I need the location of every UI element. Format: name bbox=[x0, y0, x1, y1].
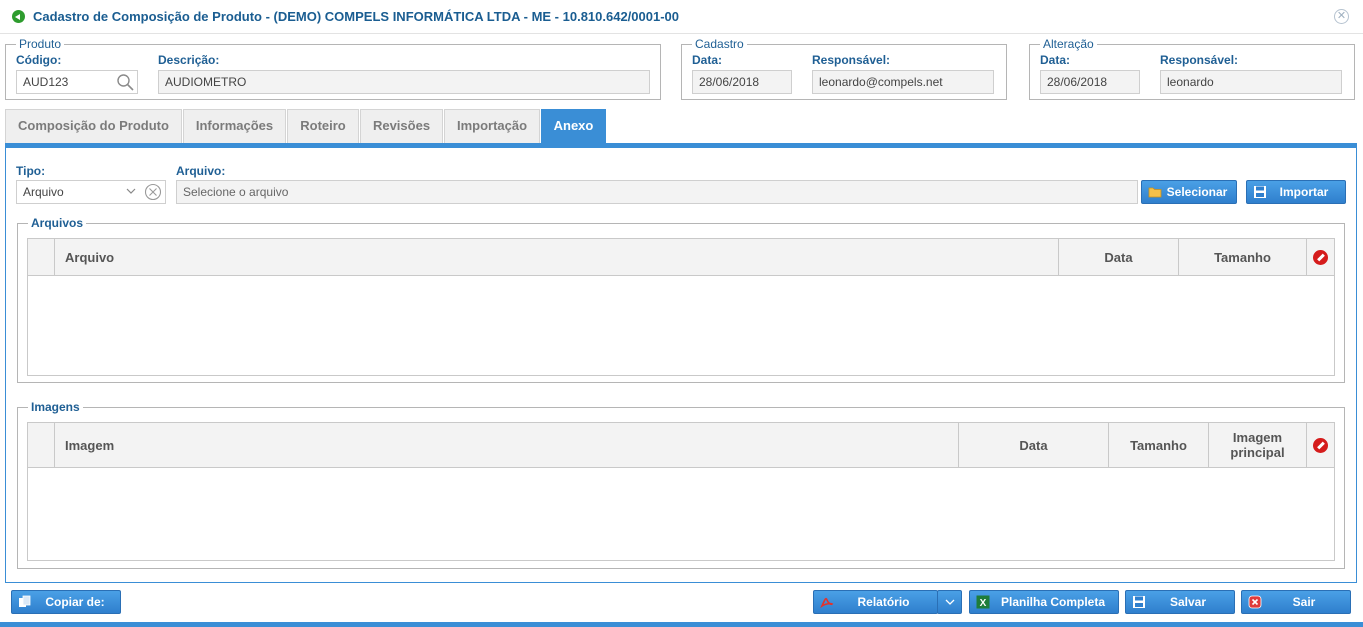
arquivo-field[interactable]: Selecione o arquivo bbox=[176, 180, 1138, 204]
descricao-field[interactable]: AUDIOMETRO bbox=[158, 70, 650, 94]
column-header-tamanho[interactable]: Tamanho bbox=[1178, 239, 1306, 275]
alteracao-responsavel-label: Responsável: bbox=[1160, 53, 1239, 67]
imagens-legend: Imagens bbox=[28, 400, 83, 414]
row-selector-header bbox=[28, 239, 54, 275]
codigo-value: AUD123 bbox=[23, 75, 69, 89]
arquivos-table[interactable]: Arquivo Data Tamanho bbox=[27, 238, 1335, 376]
arquivo-label: Arquivo: bbox=[176, 164, 226, 178]
codigo-label: Código: bbox=[16, 53, 62, 67]
imagens-table-header: Imagem Data Tamanho Imagem principal bbox=[28, 423, 1334, 468]
chevron-down-icon[interactable] bbox=[126, 186, 136, 196]
delete-icon[interactable] bbox=[1313, 437, 1328, 453]
copiar-de-label: Copiar de: bbox=[45, 595, 105, 609]
svg-text:X: X bbox=[980, 598, 987, 609]
cadastro-data-label: Data: bbox=[692, 53, 723, 67]
column-header-arquivo[interactable]: Arquivo bbox=[54, 239, 1058, 275]
cadastro-responsavel-field: leonardo@compels.net bbox=[812, 70, 994, 94]
alteracao-data-field: 28/06/2018 bbox=[1040, 70, 1140, 94]
imagens-table[interactable]: Imagem Data Tamanho Imagem principal bbox=[27, 422, 1335, 561]
salvar-label: Salvar bbox=[1169, 595, 1207, 609]
cadastro-data-field: 28/06/2018 bbox=[692, 70, 792, 94]
importar-label: Importar bbox=[1279, 185, 1329, 199]
window-bottom-border bbox=[0, 622, 1363, 627]
produto-legend: Produto bbox=[16, 37, 65, 51]
tipo-value: Arquivo bbox=[23, 185, 64, 199]
copy-icon bbox=[19, 595, 31, 607]
selecionar-label: Selecionar bbox=[1166, 185, 1228, 199]
tab-importacao[interactable]: Importação bbox=[444, 109, 540, 143]
alteracao-data-label: Data: bbox=[1040, 53, 1071, 67]
folder-icon bbox=[1148, 187, 1162, 198]
arquivos-table-header: Arquivo Data Tamanho bbox=[28, 239, 1334, 276]
sair-button[interactable]: Sair bbox=[1241, 590, 1351, 614]
delete-icon[interactable] bbox=[1313, 249, 1328, 265]
column-header-tamanho[interactable]: Tamanho bbox=[1108, 423, 1208, 467]
tab-roteiro[interactable]: Roteiro bbox=[287, 109, 359, 143]
column-header-imagem[interactable]: Imagem bbox=[54, 423, 958, 467]
search-icon[interactable] bbox=[116, 73, 135, 92]
alteracao-responsavel-field: leonardo bbox=[1160, 70, 1342, 94]
copiar-de-button[interactable]: Copiar de: bbox=[11, 590, 121, 614]
column-header-imagem-principal[interactable]: Imagem principal bbox=[1208, 423, 1306, 467]
save-icon bbox=[1133, 596, 1145, 608]
relatorio-button[interactable]: Relatório bbox=[813, 590, 938, 614]
planilha-completa-button[interactable]: X Planilha Completa bbox=[969, 590, 1119, 614]
window-title: Cadastro de Composição de Produto - (DEM… bbox=[33, 9, 680, 24]
save-icon bbox=[1254, 186, 1266, 198]
delete-column-header bbox=[1306, 239, 1334, 275]
relatorio-dropdown-button[interactable] bbox=[937, 590, 962, 614]
pdf-icon bbox=[820, 597, 834, 609]
cadastro-responsavel-label: Responsável: bbox=[812, 53, 891, 67]
tab-anexo[interactable]: Anexo bbox=[541, 109, 606, 143]
back-arrow-icon[interactable] bbox=[12, 10, 25, 23]
column-header-data[interactable]: Data bbox=[1058, 239, 1178, 275]
column-header-data[interactable]: Data bbox=[958, 423, 1108, 467]
importar-button[interactable]: Importar bbox=[1246, 180, 1346, 204]
sair-label: Sair bbox=[1292, 595, 1316, 609]
title-bar: Cadastro de Composição de Produto - (DEM… bbox=[0, 0, 1363, 34]
arquivos-legend: Arquivos bbox=[28, 216, 87, 230]
row-selector-header bbox=[28, 423, 54, 467]
descricao-label: Descrição: bbox=[158, 53, 220, 67]
clear-icon[interactable] bbox=[144, 183, 162, 201]
selecionar-button[interactable]: Selecionar bbox=[1141, 180, 1237, 204]
excel-icon: X bbox=[976, 595, 990, 609]
salvar-button[interactable]: Salvar bbox=[1125, 590, 1235, 614]
tab-informacoes[interactable]: Informações bbox=[183, 109, 286, 143]
close-icon[interactable]: ✕ bbox=[1334, 9, 1349, 24]
exit-icon bbox=[1248, 595, 1262, 609]
tipo-label: Tipo: bbox=[16, 164, 46, 178]
relatorio-label: Relatório bbox=[857, 595, 910, 609]
tab-revisoes[interactable]: Revisões bbox=[360, 109, 443, 143]
planilha-completa-label: Planilha Completa bbox=[1000, 595, 1106, 609]
cadastro-legend: Cadastro bbox=[692, 37, 747, 51]
delete-column-header bbox=[1306, 423, 1334, 467]
alteracao-legend: Alteração bbox=[1040, 37, 1097, 51]
chevron-down-icon bbox=[945, 599, 954, 605]
tab-composicao-do-produto[interactable]: Composição do Produto bbox=[5, 109, 182, 143]
